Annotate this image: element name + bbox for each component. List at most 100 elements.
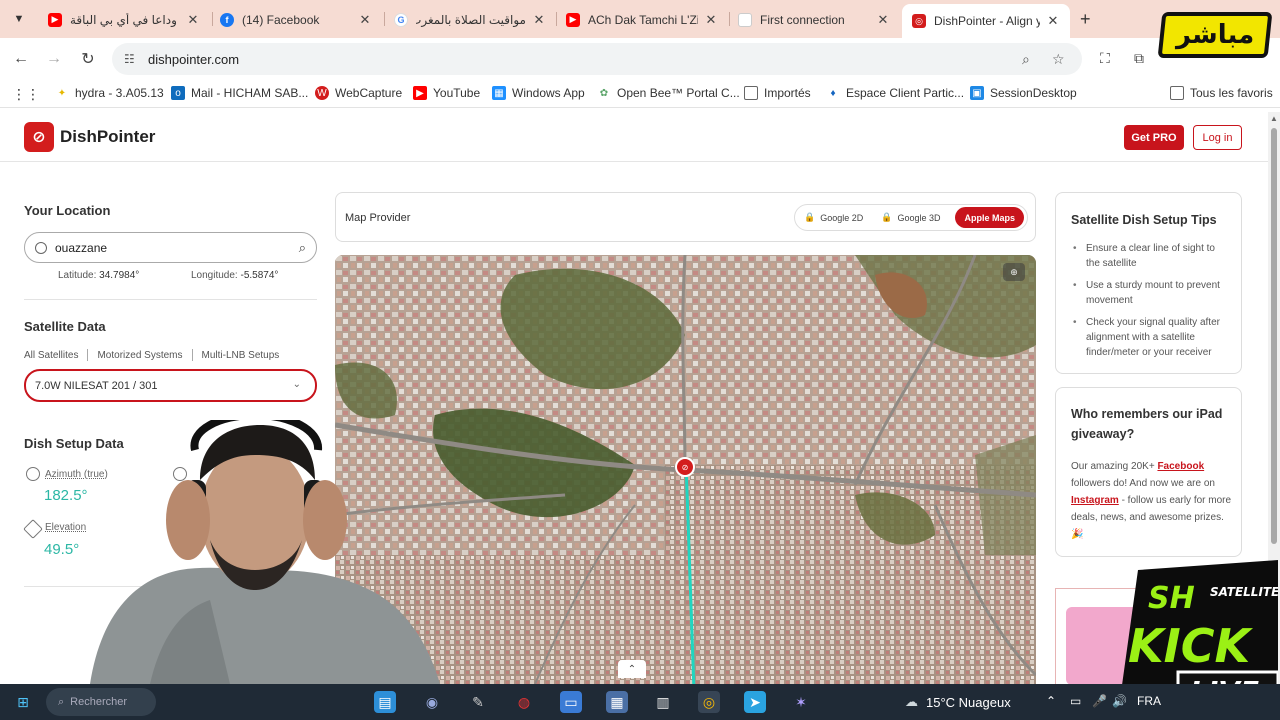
url-text[interactable]: dishpointer.com bbox=[148, 52, 239, 67]
option-label: Google 2D bbox=[820, 212, 864, 223]
webcapture-icon: W bbox=[315, 86, 329, 100]
bookmark-label: Open Bee™ Portal C... bbox=[617, 86, 740, 100]
taskbar-search[interactable]: ⌕ Rechercher bbox=[46, 688, 156, 716]
close-tab-icon[interactable]: ✕ bbox=[876, 12, 890, 28]
scroll-up-icon[interactable]: ▲ bbox=[1270, 114, 1278, 123]
bookmark-label: Mail - HICHAM SAB... bbox=[191, 86, 309, 100]
bookmark-webcapture[interactable]: W WebCapture bbox=[315, 86, 402, 100]
latitude-value: 34.7984° bbox=[99, 270, 140, 281]
bookmark-label: Tous les favoris bbox=[1190, 86, 1273, 100]
subnav-divider bbox=[191, 349, 193, 361]
tip-item: Check your signal quality after alignmen… bbox=[1071, 315, 1231, 360]
network-icon[interactable]: ▭ bbox=[1070, 694, 1081, 708]
chevron-up-icon[interactable]: ⌃ bbox=[1046, 694, 1056, 708]
zoom-icon[interactable]: ⌕ bbox=[1022, 51, 1030, 68]
apps-grid-icon[interactable]: ⋮⋮ bbox=[12, 86, 40, 103]
youtube-icon: ▶ bbox=[566, 12, 580, 27]
close-tab-icon[interactable]: ✕ bbox=[704, 12, 718, 28]
weather-text: 15°C Nuageux bbox=[926, 694, 1011, 710]
windows-start-icon[interactable]: ⊞ bbox=[12, 691, 34, 713]
language-indicator[interactable]: FRA bbox=[1137, 694, 1161, 708]
close-tab-icon[interactable]: ✕ bbox=[532, 12, 546, 28]
speaker-icon[interactable]: 🔊 bbox=[1112, 694, 1127, 708]
get-pro-button[interactable]: Get PRO bbox=[1124, 125, 1184, 150]
extensions-icon[interactable]: ⧉ bbox=[1134, 50, 1144, 67]
bookmark-youtube[interactable]: ▶ YouTube bbox=[413, 86, 480, 100]
brand-name: DishPointer bbox=[60, 127, 156, 146]
bookmark-sessiondesktop[interactable]: ▣ SessionDesktop bbox=[970, 86, 1077, 100]
option-google-2d[interactable]: 🔒 Google 2D bbox=[795, 207, 872, 228]
location-search-input[interactable]: ouazzane ⌕ bbox=[24, 232, 317, 263]
remote-desktop-icon[interactable]: ▭ bbox=[560, 691, 582, 713]
search-icon[interactable]: ⌕ bbox=[299, 240, 306, 256]
your-location-heading: Your Location bbox=[24, 203, 111, 218]
folder-icon bbox=[744, 86, 758, 100]
login-button[interactable]: Log in bbox=[1193, 125, 1242, 150]
page-icon bbox=[738, 12, 752, 27]
tab-title: DishPointer - Align yo bbox=[934, 14, 1040, 28]
location-query-value[interactable]: ouazzane bbox=[55, 241, 107, 255]
file-explorer-icon[interactable]: ▤ bbox=[374, 691, 396, 713]
bookmark-star-icon[interactable]: ☆ bbox=[1052, 51, 1065, 68]
telegram-icon[interactable]: ➤ bbox=[744, 691, 766, 713]
chevron-up-icon[interactable]: ⌃ bbox=[618, 660, 646, 678]
tab-title: مواقيت الصلاة بالمغرب bbox=[416, 12, 526, 27]
paint-icon[interactable]: ✎ bbox=[467, 691, 489, 713]
chrome-icon[interactable]: ◎ bbox=[698, 691, 720, 713]
weather-widget[interactable]: ☁ 15°C Nuageux bbox=[905, 694, 1011, 710]
option-label: Google 3D bbox=[897, 212, 941, 223]
brand-logo[interactable]: ⊘ DishPointer bbox=[24, 122, 155, 152]
close-tab-icon[interactable]: ✕ bbox=[1046, 13, 1060, 29]
bookmark-label: SessionDesktop bbox=[990, 86, 1077, 100]
scrollbar-thumb[interactable] bbox=[1271, 128, 1277, 544]
tab-multi-lnb-setups[interactable]: Multi-LNB Setups bbox=[202, 350, 280, 361]
app-icon[interactable]: ✶ bbox=[790, 691, 812, 713]
new-tab-plus-icon[interactable]: + bbox=[1080, 9, 1091, 30]
back-arrow-icon[interactable]: ← bbox=[10, 48, 32, 70]
site-info-icon[interactable]: ☷ bbox=[124, 52, 140, 66]
reload-icon[interactable]: ↻ bbox=[77, 48, 99, 70]
search-icon: ⌕ bbox=[58, 695, 65, 708]
all-bookmarks-folder[interactable]: Tous les favoris bbox=[1170, 86, 1273, 100]
option-google-3d[interactable]: 🔒 Google 3D bbox=[872, 207, 949, 228]
bookmark-folder-importes[interactable]: Importés bbox=[744, 86, 811, 100]
tab-title: وداعا في أي بي الباقة bbox=[70, 12, 177, 27]
tab-search-chevron-icon[interactable]: ▼ bbox=[8, 9, 30, 29]
office-icon[interactable]: ▥ bbox=[652, 691, 674, 713]
browser-tab[interactable]: G مواقيت الصلاة بالمغرب ✕ bbox=[384, 5, 556, 34]
satellite-select[interactable]: 7.0W NILESAT 201 / 301 ⌄ bbox=[24, 369, 317, 402]
app-icon[interactable]: ◉ bbox=[421, 691, 443, 713]
browser-tab-active[interactable]: ◎ DishPointer - Align yo ✕ bbox=[902, 4, 1070, 38]
calculator-icon[interactable]: ▦ bbox=[606, 691, 628, 713]
location-marker-icon[interactable]: ⊘ bbox=[675, 457, 695, 477]
youtube-icon: ▶ bbox=[413, 86, 427, 100]
microphone-icon[interactable]: 🎤 bbox=[1092, 694, 1107, 708]
screenshot-icon[interactable]: ⛶ bbox=[1100, 50, 1110, 67]
screen-capture-icon[interactable]: ◍ bbox=[513, 691, 535, 713]
tab-motorized-systems[interactable]: Motorized Systems bbox=[97, 350, 182, 361]
forward-arrow-icon[interactable]: → bbox=[43, 48, 65, 70]
instagram-link[interactable]: Instagram bbox=[1071, 495, 1119, 506]
bookmark-hydra[interactable]: ✦ hydra - 3.A05.13 bbox=[55, 86, 164, 100]
browser-tab[interactable]: ▶ ACh Dak Tamchi L'Zin ✕ bbox=[556, 5, 728, 34]
setup-tips-card: Satellite Dish Setup Tips Ensure a clear… bbox=[1055, 192, 1242, 374]
facebook-link[interactable]: Facebook bbox=[1157, 461, 1204, 472]
tab-all-satellites[interactable]: All Satellites bbox=[24, 350, 78, 361]
session-icon: ▣ bbox=[970, 86, 984, 100]
bookmark-openbee[interactable]: ✿ Open Bee™ Portal C... bbox=[597, 86, 740, 100]
close-tab-icon[interactable]: ✕ bbox=[358, 12, 372, 28]
close-tab-icon[interactable]: ✕ bbox=[186, 12, 200, 28]
option-apple-maps[interactable]: Apple Maps bbox=[955, 207, 1024, 228]
browser-toolbar: ← → ↻ ☷ dishpointer.com ⌕ ☆ ⛶ ⧉ bbox=[0, 38, 1280, 80]
outlook-icon: o bbox=[171, 86, 185, 100]
address-bar[interactable]: ☷ dishpointer.com ⌕ ☆ bbox=[112, 43, 1082, 75]
bookmark-mail[interactable]: o Mail - HICHAM SAB... bbox=[171, 86, 308, 100]
map-compass-icon[interactable]: ⊕ bbox=[1003, 263, 1025, 281]
browser-tab[interactable]: First connection ✕ bbox=[728, 5, 900, 34]
browser-tab[interactable]: f (14) Facebook ✕ bbox=[210, 5, 382, 34]
bookmark-espace-client[interactable]: ♦ Espace Client Partic... bbox=[826, 86, 964, 100]
browser-tab[interactable]: ▶ وداعا في أي بي الباقة ✕ bbox=[38, 5, 210, 34]
bookmark-windows-app[interactable]: ▦ Windows App bbox=[492, 86, 585, 100]
windows-taskbar: ⊞ ⌕ Rechercher ▤ ◉ ✎ ◍ ▭ ▦ ▥ ◎ ➤ ✶ ☁ 15°… bbox=[0, 684, 1280, 720]
svg-text:SH: SH bbox=[1148, 581, 1195, 616]
